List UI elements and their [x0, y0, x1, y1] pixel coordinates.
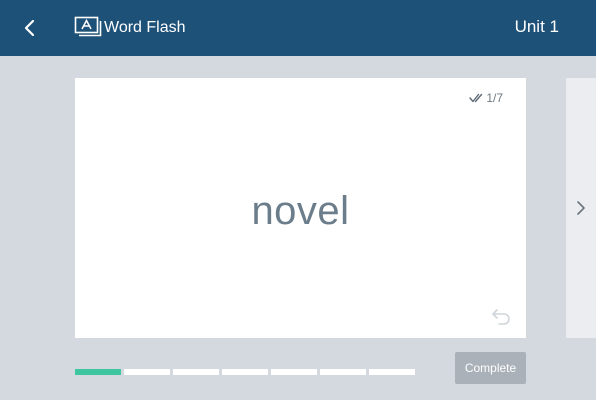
- progress-segment: [369, 369, 415, 375]
- flashcard-word: novel: [251, 189, 350, 233]
- next-card-button[interactable]: [566, 78, 596, 338]
- progress-segment: [124, 369, 170, 375]
- chevron-left-icon: [24, 19, 35, 37]
- app-title: Word Flash: [104, 19, 186, 36]
- check-icon: [469, 93, 483, 103]
- chevron-right-icon: [577, 201, 585, 215]
- complete-button[interactable]: Complete: [455, 352, 526, 384]
- counter-text: 1/7: [486, 91, 503, 105]
- flip-icon: [492, 309, 510, 325]
- card-counter: 1/7: [469, 90, 503, 106]
- top-bar: Word Flash Unit 1: [0, 0, 596, 56]
- progress-segment: [320, 369, 366, 375]
- back-button[interactable]: [16, 14, 44, 42]
- flashcard[interactable]: 1/7 novel: [75, 78, 526, 338]
- progress-segment: [75, 369, 121, 375]
- progress-segment: [222, 369, 268, 375]
- flip-button[interactable]: [490, 306, 512, 326]
- progress-bar: [75, 369, 415, 375]
- progress-segment: [173, 369, 219, 375]
- flashcard-icon: [74, 16, 104, 40]
- progress-segment: [271, 369, 317, 375]
- unit-label: Unit 1: [514, 17, 559, 36]
